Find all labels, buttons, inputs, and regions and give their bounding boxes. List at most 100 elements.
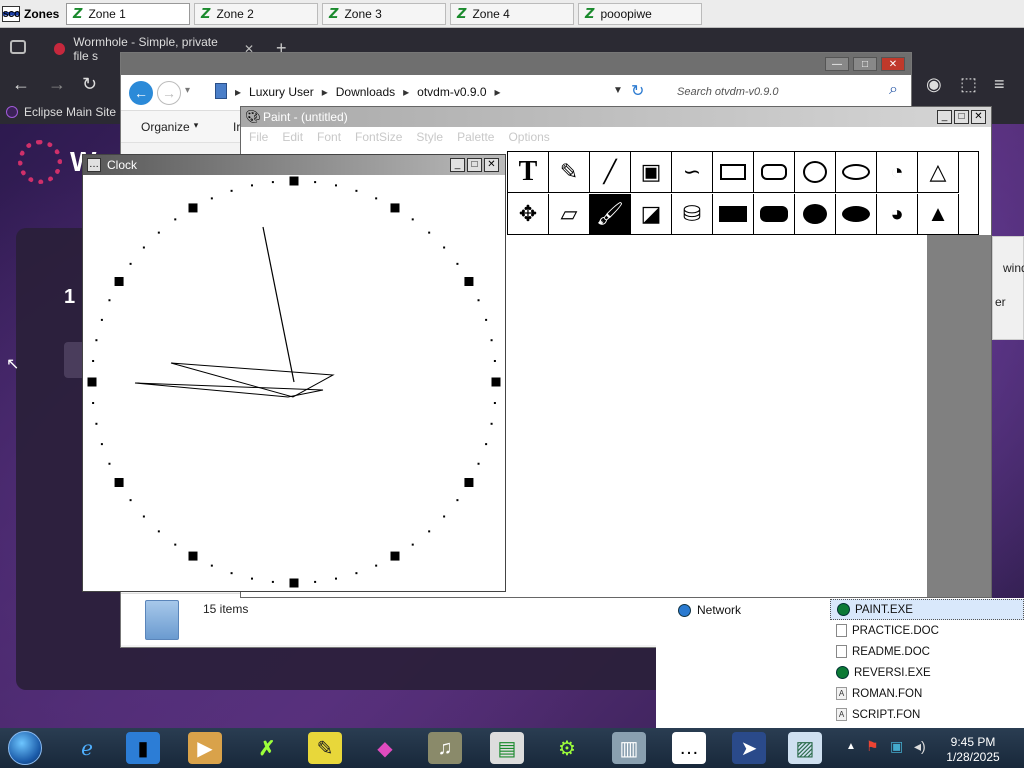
rounded-rect-tool-icon[interactable] xyxy=(754,152,795,193)
notepad-app-icon[interactable]: ✎ xyxy=(308,732,342,764)
zone-tab-5[interactable]: Z pooopiwe xyxy=(578,3,702,25)
flag-icon[interactable]: ⚑ xyxy=(866,738,879,755)
circle-tool-icon[interactable] xyxy=(795,152,836,193)
triangle-tool-icon[interactable]: △ xyxy=(918,152,959,193)
menu-font[interactable]: Font xyxy=(317,130,341,144)
zones-start-button[interactable]: SCO Zones xyxy=(2,3,62,25)
close-icon[interactable]: ✕ xyxy=(484,158,499,172)
tray-clock[interactable]: 9:45 PM 1/28/2025 xyxy=(938,735,1008,765)
cardfile-app-icon[interactable]: ◆ xyxy=(368,732,402,764)
doc-icon xyxy=(836,624,847,637)
network-tray-icon[interactable]: ▣ xyxy=(890,738,903,755)
refresh-icon[interactable]: ↻ xyxy=(631,81,644,101)
file-manager-icon[interactable]: ▮ xyxy=(126,732,160,764)
minimize-icon[interactable]: _ xyxy=(450,158,465,172)
system-menu-icon[interactable]: … xyxy=(87,158,101,172)
breadcrumb-chevron-icon: ▸ xyxy=(494,85,501,99)
filled-circle-tool-icon[interactable] xyxy=(795,194,836,235)
zone-tab-3[interactable]: Z Zone 3 xyxy=(322,3,446,25)
paint-canvas[interactable] xyxy=(507,237,927,595)
extensions-icon[interactable]: ⬚ xyxy=(960,74,977,95)
bookmark-eclipse[interactable]: Eclipse Main Site xyxy=(6,105,116,119)
tray-expand-icon[interactable]: ▲ xyxy=(846,741,856,752)
line-tool-icon[interactable]: ╱ xyxy=(590,152,631,193)
menu-options[interactable]: Options xyxy=(508,130,549,144)
cube-tool-icon[interactable]: ▣ xyxy=(631,152,672,193)
paint-app-icon[interactable]: ▨ xyxy=(788,732,822,764)
account-icon[interactable]: ◉ xyxy=(926,74,942,95)
clock-titlebar[interactable]: … Clock _ □ ✕ xyxy=(83,155,505,175)
minimize-icon[interactable]: — xyxy=(825,57,849,71)
filled-pie-tool-icon[interactable]: ◕ xyxy=(877,194,918,235)
media-player-icon[interactable]: ▶ xyxy=(188,732,222,764)
clock-app-icon[interactable]: … xyxy=(672,732,706,764)
move-tool-icon[interactable]: ✥ xyxy=(508,194,549,235)
volume-icon[interactable]: ◂) xyxy=(914,738,926,755)
nav-item-network[interactable]: Network xyxy=(678,603,741,617)
paint-titlebar[interactable]: 🎨︎ Paint - (untitled) _ □ ✕ xyxy=(241,107,991,127)
forward-arrow-icon[interactable]: → xyxy=(48,74,66,95)
start-button[interactable] xyxy=(8,731,42,765)
maximize-icon[interactable]: □ xyxy=(954,110,969,124)
brush-tool-icon[interactable]: ✎ xyxy=(549,152,590,193)
back-arrow-icon[interactable]: ← xyxy=(12,74,30,95)
spray-tool-icon[interactable]: ⛁ xyxy=(672,194,713,235)
search-input[interactable]: Search otvdm-v0.9.0 xyxy=(677,86,779,98)
reload-icon[interactable]: ↻ xyxy=(82,74,97,95)
tab-overview-icon[interactable] xyxy=(10,40,26,54)
spreadsheet-app-icon[interactable]: ▤ xyxy=(490,732,524,764)
menu-file[interactable]: File xyxy=(249,130,268,144)
breadcrumb-otvdm[interactable]: otvdm-v0.9.0 xyxy=(417,85,486,99)
breadcrumb-luxury-user[interactable]: Luxury User xyxy=(249,85,314,99)
menu-icon[interactable]: ≡ xyxy=(994,74,1005,95)
minute-mark xyxy=(477,299,480,302)
pie-tool-icon[interactable]: ◔ xyxy=(877,152,918,193)
computer-app-icon[interactable]: ▥ xyxy=(612,732,646,764)
minimize-icon[interactable]: _ xyxy=(937,110,952,124)
file-row[interactable]: PRACTICE.DOC xyxy=(830,620,1024,641)
filled-rounded-rect-tool-icon[interactable] xyxy=(754,194,795,235)
maximize-icon[interactable]: □ xyxy=(467,158,482,172)
menu-edit[interactable]: Edit xyxy=(282,130,303,144)
setup-app-icon[interactable]: ⚙ xyxy=(550,732,584,764)
file-row[interactable]: REVERSI.EXE xyxy=(830,662,1024,683)
filled-triangle-tool-icon[interactable]: ▲ xyxy=(918,194,959,235)
breadcrumb-downloads[interactable]: Downloads xyxy=(336,85,395,99)
file-row[interactable]: A SCRIPT.FON xyxy=(830,704,1024,725)
curve-tool-icon[interactable]: ∽ xyxy=(672,152,713,193)
filled-rect-tool-icon[interactable] xyxy=(713,194,754,235)
file-name: ROMAN.FON xyxy=(852,687,923,700)
organize-label: Organize xyxy=(141,120,190,134)
organize-button[interactable]: Organize ▾ xyxy=(141,120,198,134)
forward-arrow-icon[interactable]: → xyxy=(157,81,181,105)
search-icon[interactable]: ⌕ xyxy=(889,81,898,99)
back-arrow-icon[interactable]: ← xyxy=(129,81,153,105)
zone-tab-2[interactable]: Z Zone 2 xyxy=(194,3,318,25)
eraser-tool-icon[interactable]: ▱ xyxy=(549,194,590,235)
zone-tab-1[interactable]: Z Zone 1 xyxy=(66,3,190,25)
explorer-titlebar[interactable]: — □ ✕ xyxy=(121,53,911,75)
rectangle-tool-icon[interactable] xyxy=(713,152,754,193)
maximize-icon[interactable]: □ xyxy=(853,57,877,71)
zone-tab-4[interactable]: Z Zone 4 xyxy=(450,3,574,25)
file-row[interactable]: PAINT.EXE xyxy=(830,599,1024,620)
internet-explorer-icon[interactable]: ℯ xyxy=(70,732,104,764)
calculator-app-icon[interactable]: ✗ xyxy=(250,732,284,764)
file-row[interactable]: README.DOC xyxy=(830,641,1024,662)
paintbrush-tool-icon[interactable]: 🖌︎ xyxy=(590,194,631,235)
paint-scrollbar[interactable] xyxy=(927,235,991,597)
close-icon[interactable]: ✕ xyxy=(971,110,986,124)
file-row[interactable]: A ROMAN.FON xyxy=(830,683,1024,704)
oval-tool-icon[interactable] xyxy=(836,152,877,193)
filled-oval-tool-icon[interactable] xyxy=(836,194,877,235)
menu-fontsize[interactable]: FontSize xyxy=(355,130,402,144)
music-app-icon[interactable]: ♫ xyxy=(428,732,462,764)
address-dropdown-icon[interactable]: ▼ xyxy=(613,85,623,96)
close-icon[interactable]: ✕ xyxy=(881,57,905,71)
menu-palette[interactable]: Palette xyxy=(457,130,494,144)
text-tool-icon[interactable]: T xyxy=(508,152,549,193)
recent-dropdown-icon[interactable]: ▾ xyxy=(185,85,190,96)
menu-style[interactable]: Style xyxy=(416,130,443,144)
fill-tool-icon[interactable]: ◪ xyxy=(631,194,672,235)
mail-app-icon[interactable]: ➤ xyxy=(732,732,766,764)
